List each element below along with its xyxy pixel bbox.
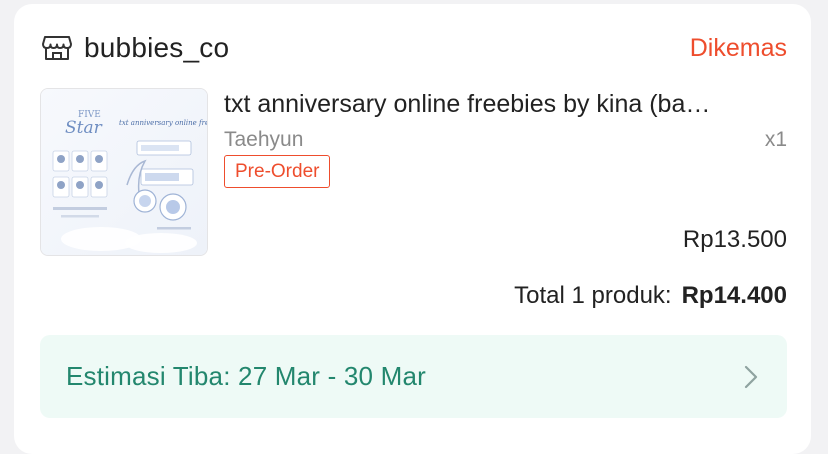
product-variant: Taehyun xyxy=(224,128,304,151)
total-amount: Rp14.400 xyxy=(681,282,787,309)
thumb-star-text: Star xyxy=(65,118,103,138)
preorder-badge: Pre-Order xyxy=(224,155,331,188)
shop-name[interactable]: bubbies_co xyxy=(84,32,690,64)
order-card[interactable]: bubbies_co Dikemas Star FIVE txt anniver… xyxy=(14,4,811,454)
delivery-estimate-text: Estimasi Tiba: 27 Mar - 30 Mar xyxy=(66,361,426,391)
thumb-heading-text: txt anniversary online freebies xyxy=(119,119,207,127)
order-status: Dikemas xyxy=(689,33,787,62)
total-label: Total 1 produk: xyxy=(514,282,672,309)
store-icon xyxy=(42,35,72,61)
product-image[interactable]: Star FIVE txt anniversary online freebie… xyxy=(40,88,208,256)
chevron-right-icon xyxy=(741,363,761,391)
delivery-estimate-row[interactable]: Estimasi Tiba: 27 Mar - 30 Mar xyxy=(40,335,787,418)
thumb-five-text: FIVE xyxy=(78,110,101,120)
shop-header[interactable]: bubbies_co Dikemas xyxy=(42,30,787,66)
product-title[interactable]: txt anniversary online freebies by kina … xyxy=(224,90,790,119)
product-price: Rp13.500 xyxy=(682,226,787,253)
order-total: Total 1 produk: Rp14.400 xyxy=(514,282,787,310)
product-quantity: x1 xyxy=(764,128,787,151)
